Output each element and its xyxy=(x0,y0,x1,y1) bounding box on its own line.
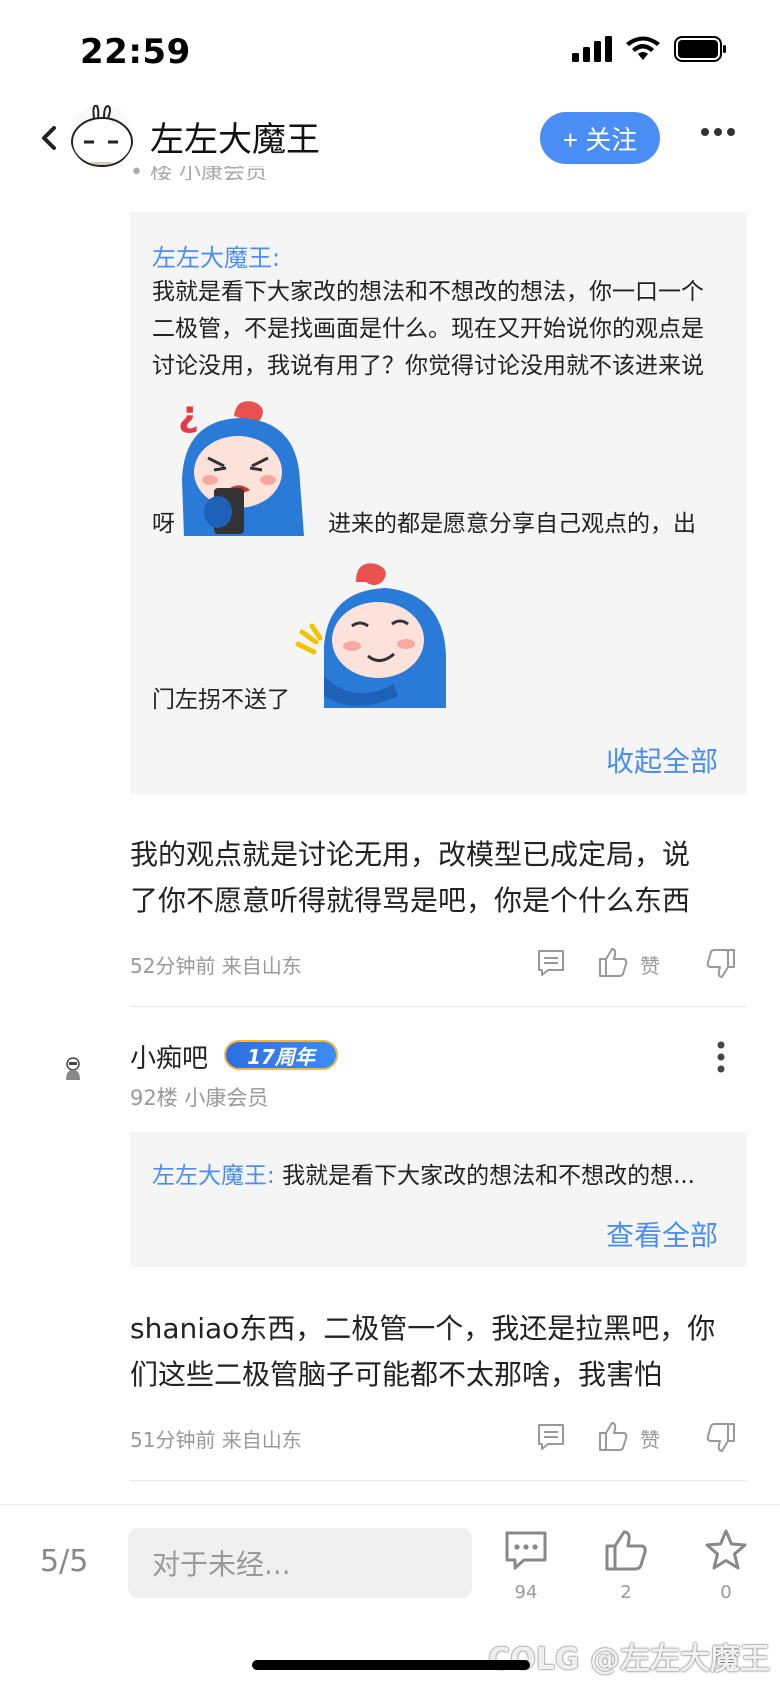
more-icon[interactable] xyxy=(700,126,736,138)
like-label[interactable]: 赞 xyxy=(640,1424,660,1453)
comment-icon[interactable] xyxy=(536,948,566,978)
like-label[interactable]: 赞 xyxy=(640,950,660,979)
post-meta: 51分钟前 来自山东 xyxy=(130,1428,302,1452)
quote-box: 左左大魔王: 我就是看下大家改的想法和不想改的想法，你一口一个 二极管，不是找画… xyxy=(130,212,747,794)
quote-line: 呀 xyxy=(152,511,175,537)
post-text-line: shaniao东西，二极管一个，我还是拉黑吧，你 xyxy=(130,1312,716,1345)
like-icon[interactable] xyxy=(598,1420,628,1452)
author-avatar[interactable] xyxy=(70,104,134,168)
quote-line: 二极管，不是找画面是什么。现在又开始说你的观点是 xyxy=(152,316,704,342)
thumbs-up-icon[interactable] xyxy=(604,1528,648,1572)
anniversary-badge: 17周年 xyxy=(224,1040,338,1070)
shy-hug-sticker-icon xyxy=(295,563,446,708)
dislike-icon[interactable] xyxy=(706,1422,736,1454)
angry-phone-sticker-icon: ¿ xyxy=(178,394,304,536)
back-icon[interactable] xyxy=(36,118,60,158)
battery-icon xyxy=(674,36,726,62)
author-name[interactable]: 左左大魔王 xyxy=(150,112,320,161)
quote-line: 进来的都是愿意分享自己观点的，出 xyxy=(328,511,696,537)
post-meta: 52分钟前 来自山东 xyxy=(130,954,302,978)
quote-line: 门左拐不送了 xyxy=(152,687,290,713)
dislike-icon[interactable] xyxy=(706,948,736,980)
post-text-line: 了你不愿意听得就得骂是吧，你是个什么东西 xyxy=(130,884,691,917)
bunny-avatar-icon xyxy=(71,104,133,167)
quote-preview: 我就是看下大家改的想法和不想改的想... xyxy=(282,1163,695,1189)
kebab-menu-icon[interactable] xyxy=(716,1040,726,1074)
divider xyxy=(130,1006,747,1007)
comment-count: 94 xyxy=(514,1582,538,1603)
floor-info: 92楼 小康会员 xyxy=(130,1086,269,1110)
status-icons xyxy=(572,36,728,62)
page-indicator[interactable]: 5/5 xyxy=(40,1544,88,1579)
clipped-floor-info: • 楼 小康会员 xyxy=(130,166,267,180)
home-indicator[interactable] xyxy=(252,1660,530,1670)
watermark: COLG @左左大魔王 xyxy=(488,1642,770,1677)
like-count: 2 xyxy=(620,1582,632,1603)
divider xyxy=(130,1480,747,1481)
follow-button[interactable]: + 关注 xyxy=(540,112,660,164)
signal-icon xyxy=(572,36,612,62)
expand-all-link[interactable]: 查看全部 xyxy=(606,1214,718,1254)
user-avatar[interactable] xyxy=(62,1056,84,1080)
like-icon[interactable] xyxy=(598,946,628,978)
quote-line: 我就是看下大家改的想法和不想改的想法，你一口一个 xyxy=(152,279,704,305)
star-icon[interactable] xyxy=(704,1528,748,1572)
status-time: 22:59 xyxy=(80,32,191,72)
svg-text:¿: ¿ xyxy=(178,394,199,435)
reply-input[interactable]: 对于未经... xyxy=(128,1528,472,1598)
comment-icon[interactable] xyxy=(536,1422,566,1452)
quote-author[interactable]: 左左大魔王: xyxy=(152,1163,275,1189)
comments-icon[interactable] xyxy=(504,1530,548,1570)
wifi-icon xyxy=(626,36,660,60)
collapse-all-link[interactable]: 收起全部 xyxy=(606,740,718,780)
post-text-line: 我的观点就是讨论无用，改模型已成定局，说 xyxy=(130,838,691,871)
post-text-line: 们这些二极管脑子可能都不太那啥，我害怕 xyxy=(130,1358,663,1391)
quote-line: 讨论没用，我说有用了？你觉得讨论没用就不该进来说 xyxy=(152,353,704,379)
star-count: 0 xyxy=(720,1582,732,1603)
username[interactable]: 小痴吧 xyxy=(130,1038,208,1075)
quote-author[interactable]: 左左大魔王: xyxy=(152,238,280,273)
